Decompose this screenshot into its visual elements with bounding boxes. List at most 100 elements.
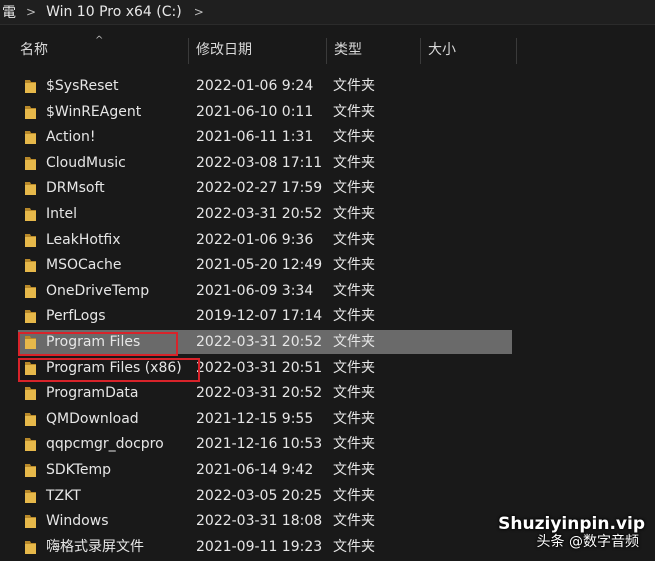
file-modified-date: 2021-05-20 12:49 <box>196 257 323 274</box>
column-header-modified[interactable]: 修改日期 <box>196 34 252 64</box>
file-type: 文件夹 <box>333 154 375 171</box>
folder-icon <box>25 540 36 554</box>
folder-icon <box>25 361 36 375</box>
file-name: LeakHotfix <box>46 231 121 248</box>
file-name: $SysReset <box>46 78 119 94</box>
file-row[interactable]: ProgramData 2022-03-31 20:52 文件夹 <box>18 381 512 405</box>
file-type: 文件夹 <box>333 231 375 248</box>
file-name: DRMsoft <box>46 180 105 197</box>
file-name: 嗨格式录屏文件 <box>46 538 144 555</box>
file-name: OneDriveTemp <box>46 282 150 299</box>
file-name: TZKT <box>46 487 81 504</box>
folder-icon <box>25 208 36 221</box>
folder-icon <box>25 284 36 298</box>
file-type: 文件夹 <box>333 538 375 555</box>
file-row[interactable]: Program Files (x86) 2022-03-31 20:51 文件夹 <box>18 356 512 380</box>
address-bar[interactable]: 電 > Win 10 Pro x64 (C:) > <box>0 0 655 25</box>
file-row[interactable]: 嗨格式录屏文件 2021-09-11 19:23 文件夹 <box>18 535 512 559</box>
sort-ascending-icon: ^ <box>95 35 104 46</box>
folder-icon <box>25 105 36 119</box>
file-row[interactable]: $WinREAgent 2021-06-10 0:11 文件夹 <box>18 100 512 124</box>
folder-icon <box>25 387 36 401</box>
file-type: 文件夹 <box>333 129 375 146</box>
file-name: Program Files <box>46 334 141 350</box>
column-divider[interactable] <box>326 38 327 64</box>
file-row[interactable]: CloudMusic 2022-03-08 17:11 文件夹 <box>18 151 512 175</box>
file-row[interactable]: Windows 2022-03-31 18:08 文件夹 <box>18 509 512 533</box>
file-name: qqpcmgr_docpro <box>46 436 164 453</box>
file-modified-date: 2022-01-06 9:36 <box>196 231 314 248</box>
column-header-size[interactable]: 大小 <box>428 34 456 64</box>
breadcrumb-current[interactable]: Win 10 Pro x64 (C:) <box>44 4 186 20</box>
file-name: Windows <box>46 513 109 530</box>
file-modified-date: 2022-02-27 17:59 <box>196 180 323 197</box>
file-row[interactable]: Program Files 2022-03-31 20:52 文件夹 <box>18 330 512 354</box>
column-headers: ^ 名称 修改日期 类型 大小 <box>0 34 655 64</box>
column-divider[interactable] <box>420 38 421 64</box>
folder-icon <box>25 259 36 273</box>
folder-icon <box>25 182 36 196</box>
file-type: 文件夹 <box>333 103 375 120</box>
file-type: 文件夹 <box>333 334 375 350</box>
file-modified-date: 2021-09-11 19:23 <box>196 538 323 555</box>
file-type: 文件夹 <box>333 487 375 504</box>
file-row[interactable]: SDKTemp 2021-06-14 9:42 文件夹 <box>18 458 512 482</box>
file-type: 文件夹 <box>333 385 375 402</box>
file-name: Action! <box>46 129 96 146</box>
file-type: 文件夹 <box>333 410 375 427</box>
file-type: 文件夹 <box>333 513 375 530</box>
file-name: $WinREAgent <box>46 103 142 120</box>
column-divider[interactable] <box>188 38 189 64</box>
file-name: MSOCache <box>46 257 122 274</box>
file-name: SDKTemp <box>46 462 112 478</box>
file-modified-date: 2021-12-16 10:53 <box>196 436 323 453</box>
folder-icon <box>25 310 36 324</box>
file-row[interactable]: DRMsoft 2022-02-27 17:59 文件夹 <box>18 176 512 200</box>
file-modified-date: 2019-12-07 17:14 <box>196 308 323 325</box>
file-row[interactable]: QMDownload 2021-12-15 9:55 文件夹 <box>18 407 512 431</box>
file-modified-date: 2022-03-08 17:11 <box>196 154 323 171</box>
file-type: 文件夹 <box>333 462 375 478</box>
file-modified-date: 2022-03-31 20:52 <box>196 206 323 222</box>
file-type: 文件夹 <box>333 282 375 299</box>
file-modified-date: 2021-12-15 9:55 <box>196 410 314 427</box>
file-modified-date: 2022-03-05 20:25 <box>196 487 323 504</box>
file-modified-date: 2021-06-14 9:42 <box>196 462 314 478</box>
file-modified-date: 2021-06-09 3:34 <box>196 282 314 299</box>
file-row[interactable]: Intel 2022-03-31 20:52 文件夹 <box>18 202 512 226</box>
column-header-type[interactable]: 类型 <box>334 34 362 64</box>
folder-icon <box>25 438 36 452</box>
file-name: CloudMusic <box>46 154 126 171</box>
file-type: 文件夹 <box>333 257 375 274</box>
file-row[interactable]: qqpcmgr_docpro 2021-12-16 10:53 文件夹 <box>18 432 512 456</box>
file-modified-date: 2022-03-31 20:52 <box>196 334 323 350</box>
folder-icon <box>25 336 36 349</box>
file-type: 文件夹 <box>333 308 375 325</box>
file-modified-date: 2022-01-06 9:24 <box>196 78 314 94</box>
file-row[interactable]: TZKT 2022-03-05 20:25 文件夹 <box>18 484 512 508</box>
folder-icon <box>25 412 36 426</box>
file-modified-date: 2022-03-31 18:08 <box>196 513 323 530</box>
folder-icon <box>25 80 36 93</box>
file-row[interactable]: LeakHotfix 2022-01-06 9:36 文件夹 <box>18 228 512 252</box>
folder-icon <box>25 489 36 503</box>
file-type: 文件夹 <box>333 180 375 197</box>
file-name: QMDownload <box>46 410 139 427</box>
breadcrumb-prev[interactable]: 電 <box>0 2 18 22</box>
file-type: 文件夹 <box>333 436 375 453</box>
watermark-author: 头条 @数字音频 <box>536 534 639 550</box>
file-row[interactable]: Action! 2021-06-11 1:31 文件夹 <box>18 125 512 149</box>
folder-icon <box>25 464 36 477</box>
file-modified-date: 2021-06-10 0:11 <box>196 103 314 120</box>
file-row[interactable]: MSOCache 2021-05-20 12:49 文件夹 <box>18 253 512 277</box>
column-divider[interactable] <box>516 38 517 64</box>
file-explorer-window: 電 > Win 10 Pro x64 (C:) > ^ 名称 修改日期 类型 大… <box>0 0 655 561</box>
file-modified-date: 2022-03-31 20:51 <box>196 359 323 376</box>
column-header-name[interactable]: 名称 <box>20 34 48 64</box>
file-row[interactable]: OneDriveTemp 2021-06-09 3:34 文件夹 <box>18 279 512 303</box>
file-row[interactable]: PerfLogs 2019-12-07 17:14 文件夹 <box>18 304 512 328</box>
file-row[interactable]: $SysReset 2022-01-06 9:24 文件夹 <box>18 74 512 98</box>
folder-icon <box>25 131 36 145</box>
chevron-right-icon[interactable]: > <box>186 5 212 19</box>
chevron-right-icon[interactable]: > <box>18 5 44 19</box>
